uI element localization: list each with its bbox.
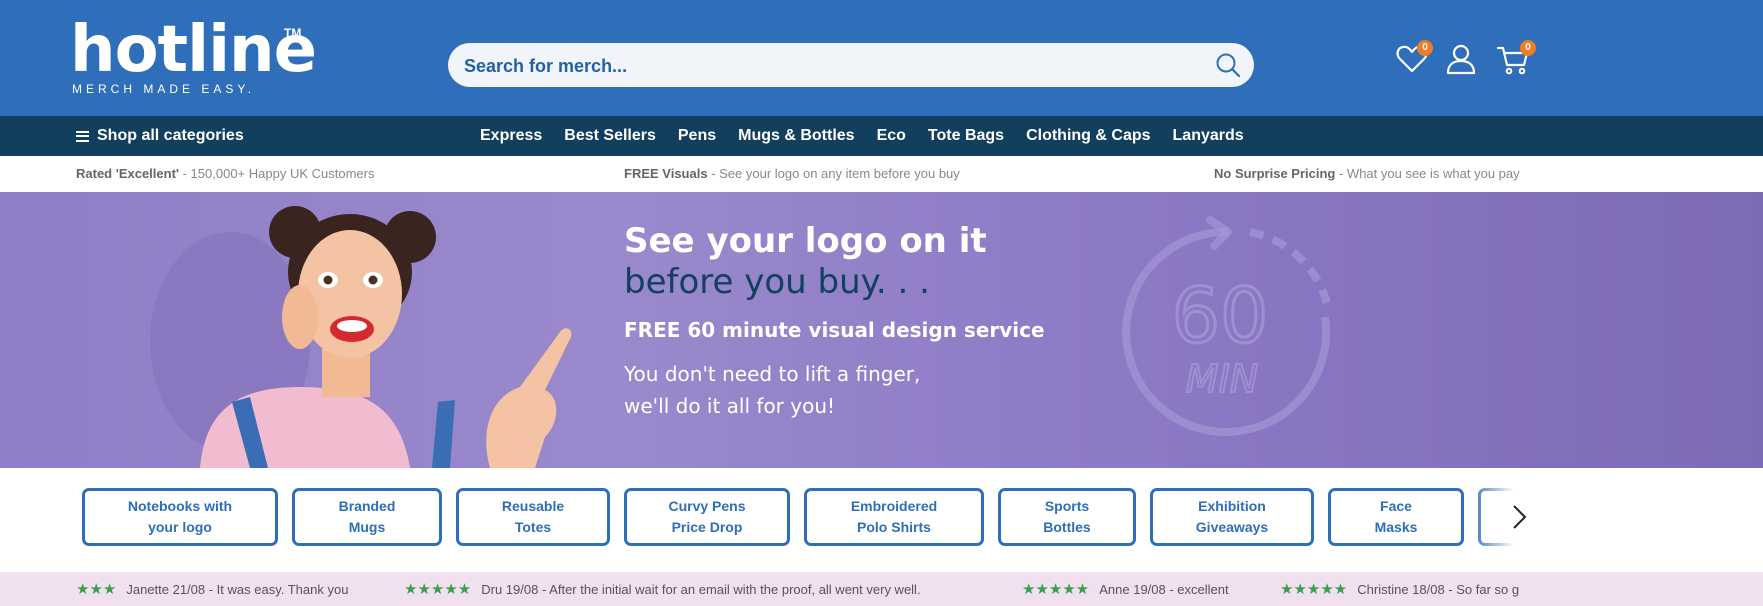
logo-trademark: TM	[284, 26, 302, 40]
review-item: ★★★★★ Anne 19/08 - excellent	[1022, 572, 1229, 606]
category-line: Masks	[1374, 519, 1418, 535]
category-line: Reusable	[501, 498, 565, 514]
shop-all-label: Shop all categories	[97, 127, 244, 144]
star-rating-icon: ★★★★★	[1280, 581, 1348, 598]
timer-60-min-icon: 60 MIN	[1122, 216, 1332, 436]
hero-woman-illustration	[150, 206, 572, 468]
hero-body-line-1: You don't need to lift a finger,	[624, 362, 921, 386]
category-line: Face	[1380, 498, 1412, 514]
category-line: Branded	[338, 498, 396, 514]
nav-link-pens[interactable]: Pens	[678, 127, 716, 145]
usp-bold: Rated 'Excellent'	[76, 166, 179, 181]
category-line: Notebooks with	[127, 498, 233, 514]
reviews-clip	[1548, 572, 1763, 606]
category-line: Price Drop	[671, 519, 743, 535]
hero-text: See your logo on it before you buy. . . …	[624, 220, 1045, 422]
category-pill-mugs[interactable]: Branded Mugs	[292, 488, 442, 546]
usp-bar: Rated 'Excellent' - 150,000+ Happy UK Cu…	[0, 156, 1763, 192]
category-pill-face-masks[interactable]: Face Masks	[1328, 488, 1464, 546]
site-header: hotline TM MERCH MADE EASY. 0 0	[0, 0, 1763, 116]
hero-heading: See your logo on it	[624, 221, 987, 261]
category-pill-curvy-pens[interactable]: Curvy Pens Price Drop	[624, 488, 790, 546]
nav-link-lanyards[interactable]: Lanyards	[1173, 127, 1244, 145]
review-text: Anne 19/08 - excellent	[1099, 581, 1229, 597]
category-line: Embroidered	[850, 498, 938, 514]
star-rating-icon: ★★★★★	[1022, 581, 1090, 598]
nav-links: Express Best Sellers Pens Mugs & Bottles…	[480, 116, 1244, 156]
chevron-right-icon[interactable]	[1504, 502, 1534, 532]
category-pill-exhibition[interactable]: Exhibition Giveaways	[1150, 488, 1314, 546]
timer-unit: MIN	[1186, 357, 1258, 401]
nav-link-express[interactable]: Express	[480, 127, 542, 145]
category-line: Bottles	[1043, 519, 1091, 535]
category-carousel: Notebooks with your logo Branded Mugs Reus…	[0, 468, 1763, 572]
usp-item-pricing: No Surprise Pricing - What you see is wh…	[1214, 156, 1548, 192]
category-line: Polo Shirts	[857, 519, 931, 535]
star-rating-icon: ★★★★★	[404, 581, 472, 598]
wishlist-count-badge: 0	[1417, 40, 1433, 56]
hero-body: You don't need to lift a finger, we'll d…	[624, 358, 1045, 422]
usp-text: - 150,000+ Happy UK Customers	[179, 166, 375, 181]
review-item: ★★★ Janette 21/08 - It was easy. Thank y…	[76, 572, 348, 606]
category-line: Totes	[514, 519, 552, 535]
cart-button[interactable]: 0	[1496, 40, 1536, 76]
shop-all-categories-button[interactable]: Shop all categories	[76, 116, 244, 156]
category-line: Curvy Pens	[668, 498, 746, 514]
category-line: Sports	[1044, 498, 1090, 514]
usp-text: - What you see is what you pay	[1335, 166, 1520, 181]
hero-service-line: FREE 60 minute visual design service	[624, 318, 1045, 342]
logo-tagline: MERCH MADE EASY.	[72, 82, 256, 96]
category-line: Exhibition	[1198, 498, 1266, 514]
usp-bold: FREE Visuals	[624, 166, 708, 181]
search-bar	[448, 43, 1254, 89]
review-text: Dru 19/08 - After the initial wait for a…	[481, 581, 921, 597]
review-text: Janette 21/08 - It was easy. Thank you	[126, 581, 349, 597]
reviews-ticker: ★★★ Janette 21/08 - It was easy. Thank y…	[0, 572, 1763, 606]
main-nav: Shop all categories Express Best Sellers…	[0, 116, 1763, 156]
category-line: Mugs	[348, 519, 386, 535]
hero-body-line-2: we'll do it all for you!	[624, 394, 836, 418]
hamburger-icon	[76, 130, 89, 142]
search-input[interactable]	[462, 43, 1186, 89]
usp-text: - See your logo on any item before you b…	[707, 166, 960, 181]
category-line: your logo	[148, 519, 212, 535]
site-logo[interactable]: hotline TM MERCH MADE EASY.	[70, 13, 317, 96]
nav-link-best-sellers[interactable]: Best Sellers	[564, 127, 656, 145]
usp-item-rated: Rated 'Excellent' - 150,000+ Happy UK Cu…	[76, 156, 374, 192]
usp-bold: No Surprise Pricing	[1214, 166, 1336, 181]
search-icon[interactable]	[1214, 51, 1242, 79]
review-item: ★★★★★ Dru 19/08 - After the initial wait…	[404, 572, 921, 606]
star-rating-icon: ★★★	[76, 581, 117, 598]
category-line: Giveaways	[1195, 519, 1269, 535]
nav-link-eco[interactable]: Eco	[877, 127, 906, 145]
hero-banner[interactable]: See your logo on it before you buy. . . …	[0, 192, 1763, 468]
category-pill-sports-bottles[interactable]: Sports Bottles	[998, 488, 1136, 546]
nav-link-clothing-caps[interactable]: Clothing & Caps	[1026, 127, 1150, 145]
logo-wordmark: hotline	[70, 13, 317, 87]
review-item: ★★★★★ Christine 18/08 - So far so g	[1280, 572, 1519, 606]
account-button[interactable]	[1444, 42, 1478, 76]
user-icon	[1446, 44, 1476, 75]
cart-count-badge: 0	[1520, 40, 1536, 56]
timer-number: 60	[1172, 271, 1269, 360]
nav-link-mugs-bottles[interactable]: Mugs & Bottles	[738, 127, 854, 145]
category-pill-totes[interactable]: Reusable Totes	[456, 488, 610, 546]
review-text: Christine 18/08 - So far so g	[1357, 581, 1520, 597]
category-pill-notebooks[interactable]: Notebooks with your logo	[82, 488, 278, 546]
wishlist-button[interactable]: 0	[1395, 40, 1433, 76]
usp-item-visuals: FREE Visuals - See your logo on any item…	[624, 156, 960, 192]
nav-link-tote-bags[interactable]: Tote Bags	[928, 127, 1004, 145]
category-pill-polo-shirts[interactable]: Embroidered Polo Shirts	[804, 488, 984, 546]
hero-subheading: before you buy. . .	[624, 262, 930, 302]
